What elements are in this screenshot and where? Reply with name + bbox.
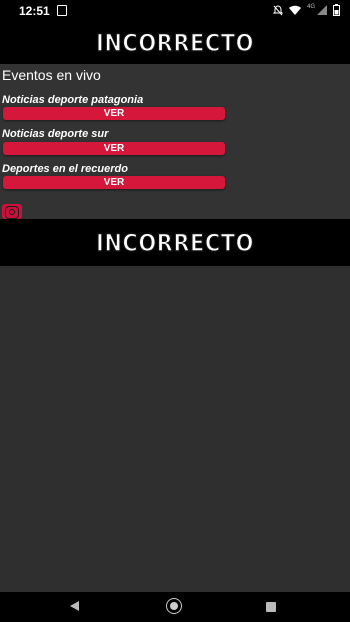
status-icons: 4G [272,4,340,16]
app-logo: INCORRECTO [95,29,254,58]
home-icon[interactable] [166,598,182,614]
event-label-sur: Noticias deporte sur [2,128,109,140]
mute-icon [272,4,283,16]
content-area [0,266,350,592]
ver-button-patagonia[interactable]: VER [3,107,225,120]
ver-button-recuerdo[interactable]: VER [3,176,225,189]
notification-icon [57,5,67,16]
section-title: Eventos en vivo [2,67,101,83]
wifi-icon [288,5,301,15]
network-type: 4G [306,4,315,10]
battery-icon [333,4,340,16]
status-time: 12:51 [19,4,50,18]
banner: INCORRECTO [0,219,350,266]
events-panel: Eventos en vivo Noticias deporte patagon… [0,64,350,219]
event-label-patagonia: Noticias deporte patagonia [2,94,144,106]
home-icon-dot [170,602,178,610]
event-label-recuerdo: Deportes en el recuerdo [2,163,128,175]
signal-icon [317,5,327,15]
back-icon[interactable] [70,601,79,611]
instagram-icon[interactable] [2,204,22,219]
recents-icon[interactable] [266,602,276,612]
status-bar: 12:51 4G [0,0,350,22]
ver-button-sur[interactable]: VER [3,142,225,155]
banner-logo: INCORRECTO [95,228,254,257]
instagram-icon-lens [9,209,15,215]
system-nav-bar [0,592,350,622]
app-header: INCORRECTO [0,22,350,64]
